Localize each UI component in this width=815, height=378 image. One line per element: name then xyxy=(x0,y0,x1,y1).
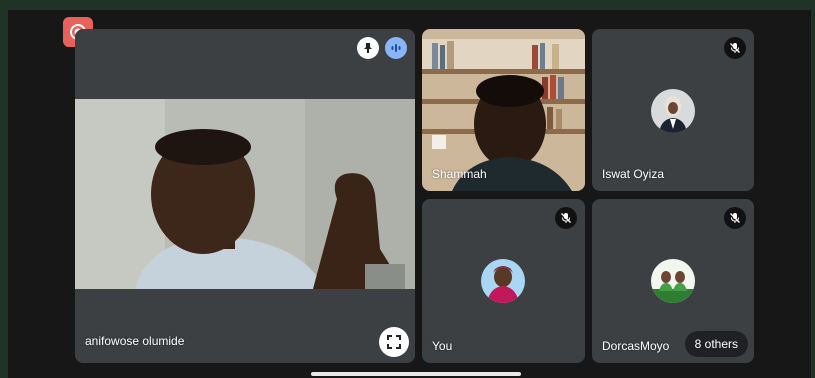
main-speaker-video xyxy=(75,99,415,289)
participant-name: You xyxy=(432,339,453,353)
mic-off-icon xyxy=(730,213,740,223)
fullscreen-icon xyxy=(387,335,401,349)
participant-tile-dorcas[interactable]: DorcasMoyo 8 others xyxy=(592,199,754,363)
pin-button[interactable] xyxy=(357,37,379,59)
main-speaker-tile[interactable]: anifowose olumide xyxy=(75,29,415,363)
others-count-badge[interactable]: 8 others xyxy=(684,331,748,357)
participant-tile-shammah[interactable]: Shammah xyxy=(422,29,585,191)
participant-name: anifowose olumide xyxy=(85,334,185,348)
participant-tile-iswat[interactable]: Iswat Oyiza xyxy=(592,29,754,191)
mute-indicator xyxy=(555,207,577,229)
mic-off-icon xyxy=(561,213,571,223)
mute-indicator xyxy=(724,37,746,59)
speaking-indicator xyxy=(385,37,407,59)
avatar xyxy=(481,259,525,303)
home-indicator[interactable] xyxy=(311,372,521,376)
participant-tile-you[interactable]: You xyxy=(422,199,585,363)
avatar xyxy=(651,89,695,133)
speaking-icon xyxy=(391,44,401,52)
others-count-label: 8 others xyxy=(694,337,738,351)
pin-icon xyxy=(364,43,372,53)
participant-name: Shammah xyxy=(432,167,487,181)
meeting-screen: anifowose olumide Shammah Iswat Oyiza Yo… xyxy=(8,10,811,378)
participant-name: DorcasMoyo xyxy=(602,339,670,353)
mic-off-icon xyxy=(730,43,740,53)
participant-name: Iswat Oyiza xyxy=(602,167,665,181)
mute-indicator xyxy=(724,207,746,229)
fullscreen-button[interactable] xyxy=(379,327,409,357)
avatar xyxy=(651,259,695,303)
